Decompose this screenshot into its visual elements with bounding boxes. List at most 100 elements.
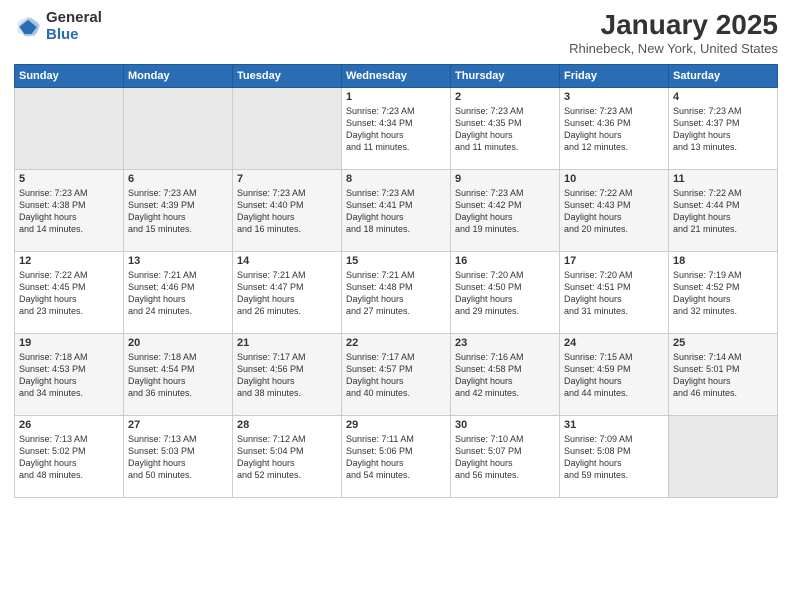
calendar-cell: 26 Sunrise: 7:13 AMSunset: 5:02 PMDaylig… bbox=[15, 415, 124, 497]
title-block: January 2025 Rhinebeck, New York, United… bbox=[569, 10, 778, 56]
day-number: 13 bbox=[128, 255, 228, 267]
calendar-cell: 11 Sunrise: 7:22 AMSunset: 4:44 PMDaylig… bbox=[669, 169, 778, 251]
cell-content: Sunrise: 7:23 AMSunset: 4:41 PMDaylight … bbox=[346, 187, 446, 236]
calendar-cell bbox=[669, 415, 778, 497]
day-number: 21 bbox=[237, 337, 337, 349]
calendar-cell: 22 Sunrise: 7:17 AMSunset: 4:57 PMDaylig… bbox=[342, 333, 451, 415]
day-number: 8 bbox=[346, 173, 446, 185]
day-number: 6 bbox=[128, 173, 228, 185]
day-number: 1 bbox=[346, 91, 446, 103]
calendar-page: General Blue January 2025 Rhinebeck, New… bbox=[0, 0, 792, 612]
calendar-cell: 16 Sunrise: 7:20 AMSunset: 4:50 PMDaylig… bbox=[451, 251, 560, 333]
calendar-cell: 28 Sunrise: 7:12 AMSunset: 5:04 PMDaylig… bbox=[233, 415, 342, 497]
calendar-cell: 25 Sunrise: 7:14 AMSunset: 5:01 PMDaylig… bbox=[669, 333, 778, 415]
main-title: January 2025 bbox=[569, 10, 778, 41]
calendar-cell: 2 Sunrise: 7:23 AMSunset: 4:35 PMDayligh… bbox=[451, 87, 560, 169]
calendar-cell: 27 Sunrise: 7:13 AMSunset: 5:03 PMDaylig… bbox=[124, 415, 233, 497]
cell-content: Sunrise: 7:16 AMSunset: 4:58 PMDaylight … bbox=[455, 351, 555, 400]
day-number: 30 bbox=[455, 419, 555, 431]
calendar-cell: 3 Sunrise: 7:23 AMSunset: 4:36 PMDayligh… bbox=[560, 87, 669, 169]
subtitle: Rhinebeck, New York, United States bbox=[569, 41, 778, 56]
calendar-week-2: 12 Sunrise: 7:22 AMSunset: 4:45 PMDaylig… bbox=[15, 251, 778, 333]
col-wednesday: Wednesday bbox=[342, 64, 451, 87]
calendar-cell: 8 Sunrise: 7:23 AMSunset: 4:41 PMDayligh… bbox=[342, 169, 451, 251]
calendar-cell: 9 Sunrise: 7:23 AMSunset: 4:42 PMDayligh… bbox=[451, 169, 560, 251]
day-number: 28 bbox=[237, 419, 337, 431]
cell-content: Sunrise: 7:19 AMSunset: 4:52 PMDaylight … bbox=[673, 269, 773, 318]
col-thursday: Thursday bbox=[451, 64, 560, 87]
day-number: 9 bbox=[455, 173, 555, 185]
cell-content: Sunrise: 7:17 AMSunset: 4:57 PMDaylight … bbox=[346, 351, 446, 400]
header: General Blue January 2025 Rhinebeck, New… bbox=[14, 10, 778, 56]
calendar-cell: 24 Sunrise: 7:15 AMSunset: 4:59 PMDaylig… bbox=[560, 333, 669, 415]
logo-blue: Blue bbox=[46, 27, 102, 44]
calendar-cell: 15 Sunrise: 7:21 AMSunset: 4:48 PMDaylig… bbox=[342, 251, 451, 333]
day-number: 29 bbox=[346, 419, 446, 431]
cell-content: Sunrise: 7:23 AMSunset: 4:40 PMDaylight … bbox=[237, 187, 337, 236]
calendar-cell: 17 Sunrise: 7:20 AMSunset: 4:51 PMDaylig… bbox=[560, 251, 669, 333]
calendar-cell bbox=[124, 87, 233, 169]
cell-content: Sunrise: 7:13 AMSunset: 5:03 PMDaylight … bbox=[128, 433, 228, 482]
day-number: 31 bbox=[564, 419, 664, 431]
day-number: 3 bbox=[564, 91, 664, 103]
day-number: 4 bbox=[673, 91, 773, 103]
col-saturday: Saturday bbox=[669, 64, 778, 87]
cell-content: Sunrise: 7:21 AMSunset: 4:48 PMDaylight … bbox=[346, 269, 446, 318]
cell-content: Sunrise: 7:21 AMSunset: 4:47 PMDaylight … bbox=[237, 269, 337, 318]
calendar-header: Sunday Monday Tuesday Wednesday Thursday… bbox=[15, 64, 778, 87]
cell-content: Sunrise: 7:13 AMSunset: 5:02 PMDaylight … bbox=[19, 433, 119, 482]
cell-content: Sunrise: 7:18 AMSunset: 4:54 PMDaylight … bbox=[128, 351, 228, 400]
calendar-cell: 1 Sunrise: 7:23 AMSunset: 4:34 PMDayligh… bbox=[342, 87, 451, 169]
calendar-cell: 14 Sunrise: 7:21 AMSunset: 4:47 PMDaylig… bbox=[233, 251, 342, 333]
day-number: 2 bbox=[455, 91, 555, 103]
header-row: Sunday Monday Tuesday Wednesday Thursday… bbox=[15, 64, 778, 87]
cell-content: Sunrise: 7:23 AMSunset: 4:35 PMDaylight … bbox=[455, 105, 555, 154]
logo-general: General bbox=[46, 10, 102, 27]
day-number: 24 bbox=[564, 337, 664, 349]
day-number: 26 bbox=[19, 419, 119, 431]
calendar-cell: 29 Sunrise: 7:11 AMSunset: 5:06 PMDaylig… bbox=[342, 415, 451, 497]
cell-content: Sunrise: 7:09 AMSunset: 5:08 PMDaylight … bbox=[564, 433, 664, 482]
calendar-cell bbox=[233, 87, 342, 169]
cell-content: Sunrise: 7:23 AMSunset: 4:42 PMDaylight … bbox=[455, 187, 555, 236]
calendar-week-3: 19 Sunrise: 7:18 AMSunset: 4:53 PMDaylig… bbox=[15, 333, 778, 415]
cell-content: Sunrise: 7:10 AMSunset: 5:07 PMDaylight … bbox=[455, 433, 555, 482]
calendar-week-4: 26 Sunrise: 7:13 AMSunset: 5:02 PMDaylig… bbox=[15, 415, 778, 497]
col-tuesday: Tuesday bbox=[233, 64, 342, 87]
day-number: 22 bbox=[346, 337, 446, 349]
day-number: 25 bbox=[673, 337, 773, 349]
day-number: 10 bbox=[564, 173, 664, 185]
day-number: 17 bbox=[564, 255, 664, 267]
calendar-cell: 10 Sunrise: 7:22 AMSunset: 4:43 PMDaylig… bbox=[560, 169, 669, 251]
cell-content: Sunrise: 7:12 AMSunset: 5:04 PMDaylight … bbox=[237, 433, 337, 482]
day-number: 19 bbox=[19, 337, 119, 349]
day-number: 18 bbox=[673, 255, 773, 267]
calendar-cell: 31 Sunrise: 7:09 AMSunset: 5:08 PMDaylig… bbox=[560, 415, 669, 497]
calendar-week-1: 5 Sunrise: 7:23 AMSunset: 4:38 PMDayligh… bbox=[15, 169, 778, 251]
cell-content: Sunrise: 7:23 AMSunset: 4:39 PMDaylight … bbox=[128, 187, 228, 236]
calendar-table: Sunday Monday Tuesday Wednesday Thursday… bbox=[14, 64, 778, 498]
day-number: 11 bbox=[673, 173, 773, 185]
cell-content: Sunrise: 7:23 AMSunset: 4:36 PMDaylight … bbox=[564, 105, 664, 154]
calendar-cell: 20 Sunrise: 7:18 AMSunset: 4:54 PMDaylig… bbox=[124, 333, 233, 415]
day-number: 14 bbox=[237, 255, 337, 267]
day-number: 20 bbox=[128, 337, 228, 349]
col-monday: Monday bbox=[124, 64, 233, 87]
day-number: 12 bbox=[19, 255, 119, 267]
col-friday: Friday bbox=[560, 64, 669, 87]
calendar-cell: 21 Sunrise: 7:17 AMSunset: 4:56 PMDaylig… bbox=[233, 333, 342, 415]
calendar-cell: 23 Sunrise: 7:16 AMSunset: 4:58 PMDaylig… bbox=[451, 333, 560, 415]
calendar-cell: 19 Sunrise: 7:18 AMSunset: 4:53 PMDaylig… bbox=[15, 333, 124, 415]
cell-content: Sunrise: 7:23 AMSunset: 4:38 PMDaylight … bbox=[19, 187, 119, 236]
calendar-cell: 4 Sunrise: 7:23 AMSunset: 4:37 PMDayligh… bbox=[669, 87, 778, 169]
logo-icon bbox=[14, 13, 42, 41]
cell-content: Sunrise: 7:11 AMSunset: 5:06 PMDaylight … bbox=[346, 433, 446, 482]
cell-content: Sunrise: 7:21 AMSunset: 4:46 PMDaylight … bbox=[128, 269, 228, 318]
cell-content: Sunrise: 7:22 AMSunset: 4:43 PMDaylight … bbox=[564, 187, 664, 236]
calendar-cell: 18 Sunrise: 7:19 AMSunset: 4:52 PMDaylig… bbox=[669, 251, 778, 333]
logo: General Blue bbox=[14, 10, 102, 43]
day-number: 15 bbox=[346, 255, 446, 267]
day-number: 27 bbox=[128, 419, 228, 431]
calendar-cell: 13 Sunrise: 7:21 AMSunset: 4:46 PMDaylig… bbox=[124, 251, 233, 333]
cell-content: Sunrise: 7:17 AMSunset: 4:56 PMDaylight … bbox=[237, 351, 337, 400]
